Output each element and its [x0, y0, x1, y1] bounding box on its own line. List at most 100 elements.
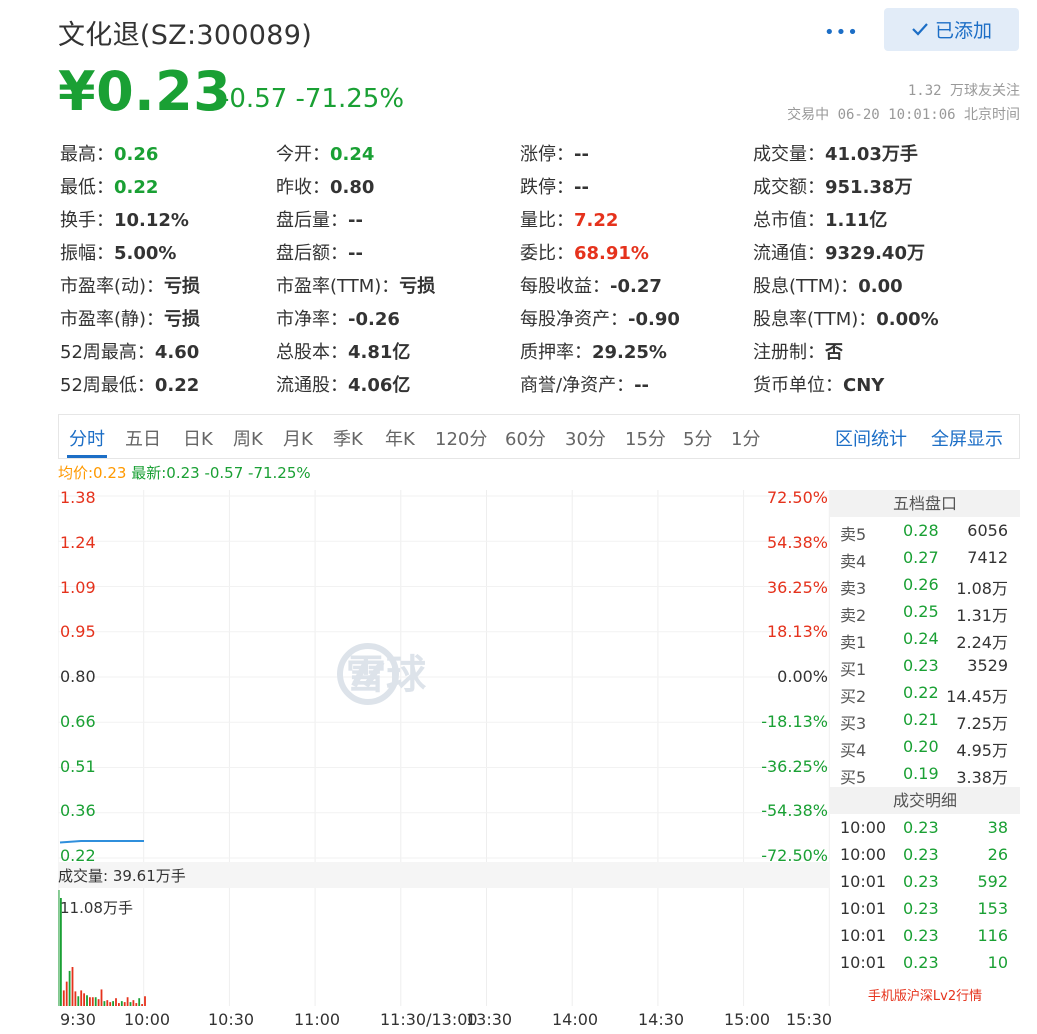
trade-row: 10:00 0.23 38: [830, 814, 1020, 841]
tab-5[interactable]: 季K: [333, 425, 363, 451]
price-line: [59, 840, 144, 844]
order-price: 0.27: [903, 548, 939, 567]
trades-title: 成交明细: [830, 787, 1020, 814]
time-tick-label: 14:30: [638, 1010, 685, 1029]
quote-label: 总股本：: [276, 342, 348, 363]
trade-volume: 26: [987, 845, 1008, 864]
time-tick-label: 15:00: [724, 1010, 771, 1029]
current-price: ¥0.23: [58, 60, 232, 123]
time-tick-label: 13:30: [466, 1010, 513, 1029]
quote-value: -0.26: [348, 309, 400, 330]
quote-label: 换手：: [60, 210, 114, 231]
quote-label: 市盈率(动)：: [60, 276, 165, 297]
trade-volume: 592: [977, 872, 1008, 891]
volume-bar: [112, 1001, 114, 1006]
quote-label: 委比：: [520, 243, 574, 264]
order-name: 卖5: [840, 525, 867, 544]
ask-row: 卖5 0.28 6056: [830, 517, 1020, 544]
follow-button[interactable]: 已添加: [884, 8, 1019, 51]
quote-value: --: [574, 144, 589, 165]
order-volume: 2.24万: [956, 633, 1008, 652]
tab-2[interactable]: 日K: [183, 425, 213, 451]
quote-item: 最高：0.26: [60, 140, 158, 166]
tab-6[interactable]: 年K: [385, 425, 415, 451]
trade-volume: 116: [977, 926, 1008, 945]
chart-period-tabs: 分时 五日 日K 周K 月K 季K 年K 120分 60分 30分 15分 5分 1分 区间统计 全屏显示: [58, 414, 1020, 459]
quote-item: 流通值：9329.40万: [753, 239, 925, 265]
quote-value: 10.12%: [114, 210, 189, 231]
pct-tick-label: 72.50%: [766, 488, 828, 507]
tab-11[interactable]: 5分: [683, 425, 712, 451]
tab-0[interactable]: 分时: [69, 425, 105, 451]
quote-item: 商誉/净资产：--: [520, 371, 649, 397]
tab-8[interactable]: 60分: [505, 425, 546, 451]
quote-label: 市净率：: [276, 309, 348, 330]
volume-bar: [62, 990, 65, 1006]
quote-row: 市盈率(动)：亏损 市盈率(TTM)：亏损 每股收益：-0.27 股息(TTM)：0.…: [58, 268, 1020, 301]
quote-value: 7.22: [574, 210, 619, 231]
fullscreen-link[interactable]: 全屏显示: [931, 425, 1003, 451]
price-tick-label: 0.22: [60, 846, 96, 865]
order-name: 买4: [840, 741, 867, 760]
pct-tick-label: 18.13%: [766, 622, 828, 642]
order-volume: 3.38万: [956, 768, 1008, 787]
quote-value: -0.27: [610, 276, 662, 297]
order-volume: 1.08万: [956, 579, 1008, 598]
quote-label: 股息(TTM)：: [753, 276, 859, 297]
chart-legend: 均价:0.23 最新:0.23 -0.57 -71.25%: [58, 462, 311, 483]
quote-value: 0.80: [330, 177, 375, 198]
lv2-quote-link[interactable]: 手机版沪深Lv2行情: [830, 985, 1020, 1004]
volume-bar: [120, 1001, 123, 1006]
order-name: 卖2: [840, 606, 867, 625]
tab-10[interactable]: 15分: [625, 425, 666, 451]
tab-9[interactable]: 30分: [565, 425, 606, 451]
follow-button-label: 已添加: [934, 20, 992, 42]
order-name: 买1: [840, 660, 867, 679]
volume-bar: [68, 970, 71, 1006]
intraday-chart[interactable]: 雪球 成交量: 39.61万手 11.08万手 1.38 72.50% 1.24 54…: [58, 488, 832, 1030]
price-tick-label: 1.09: [60, 577, 96, 597]
quote-value: 0.26: [114, 144, 159, 165]
quote-value: 4.60: [154, 342, 200, 363]
volume-bar: [91, 997, 94, 1006]
quote-item: 振幅：5.00%: [60, 239, 176, 265]
order-price: 0.22: [903, 683, 939, 702]
trade-time: 10:00: [840, 818, 887, 837]
tab-3[interactable]: 周K: [233, 425, 263, 451]
trade-volume: 38: [987, 818, 1008, 837]
quote-value: 亏损: [164, 309, 201, 330]
more-options-icon[interactable]: •••: [824, 22, 859, 43]
quote-item: 盘后量：--: [276, 206, 363, 232]
quote-item: 量比：7.22: [520, 206, 618, 232]
quote-label: 盘后量：: [276, 210, 348, 231]
quote-value: 68.91%: [574, 243, 649, 264]
price-tick-label: 1.24: [60, 532, 96, 552]
order-volume: 3529: [967, 656, 1008, 675]
order-price: 0.26: [903, 575, 939, 594]
volume-bar: [83, 993, 85, 1006]
time-tick-label: 10:30: [208, 1010, 255, 1029]
quote-label: 今开：: [276, 144, 330, 165]
quote-row: 振幅：5.00% 盘后额：-- 委比：68.91% 流通值：9329.40万: [58, 235, 1020, 268]
volume-bar: [118, 1003, 120, 1006]
quote-item: 市盈率(动)：亏损: [60, 272, 200, 298]
quote-value: 41.03万手: [825, 144, 918, 165]
tab-1[interactable]: 五日: [125, 425, 161, 451]
quote-item: 总股本：4.81亿: [276, 338, 410, 364]
tab-7[interactable]: 120分: [435, 425, 487, 451]
bid-row: 买4 0.20 4.95万: [830, 733, 1020, 760]
quote-value: --: [574, 177, 589, 198]
quote-label: 昨收：: [276, 177, 330, 198]
quote-label: 量比：: [520, 210, 574, 231]
tab-12[interactable]: 1分: [731, 425, 760, 451]
quote-item: 每股收益：-0.27: [520, 272, 662, 298]
order-price: 0.23: [903, 656, 939, 675]
followers-count[interactable]: 1.32 万球友关注: [908, 80, 1020, 100]
quote-label: 总市值：: [753, 210, 825, 231]
tab-4[interactable]: 月K: [283, 425, 313, 451]
volume-max-label: 11.08万手: [60, 899, 133, 917]
order-book-title: 五档盘口: [830, 490, 1020, 517]
interval-stats-link[interactable]: 区间统计: [835, 425, 907, 451]
volume-bar: [123, 1002, 126, 1006]
quote-value: 29.25%: [592, 342, 667, 363]
